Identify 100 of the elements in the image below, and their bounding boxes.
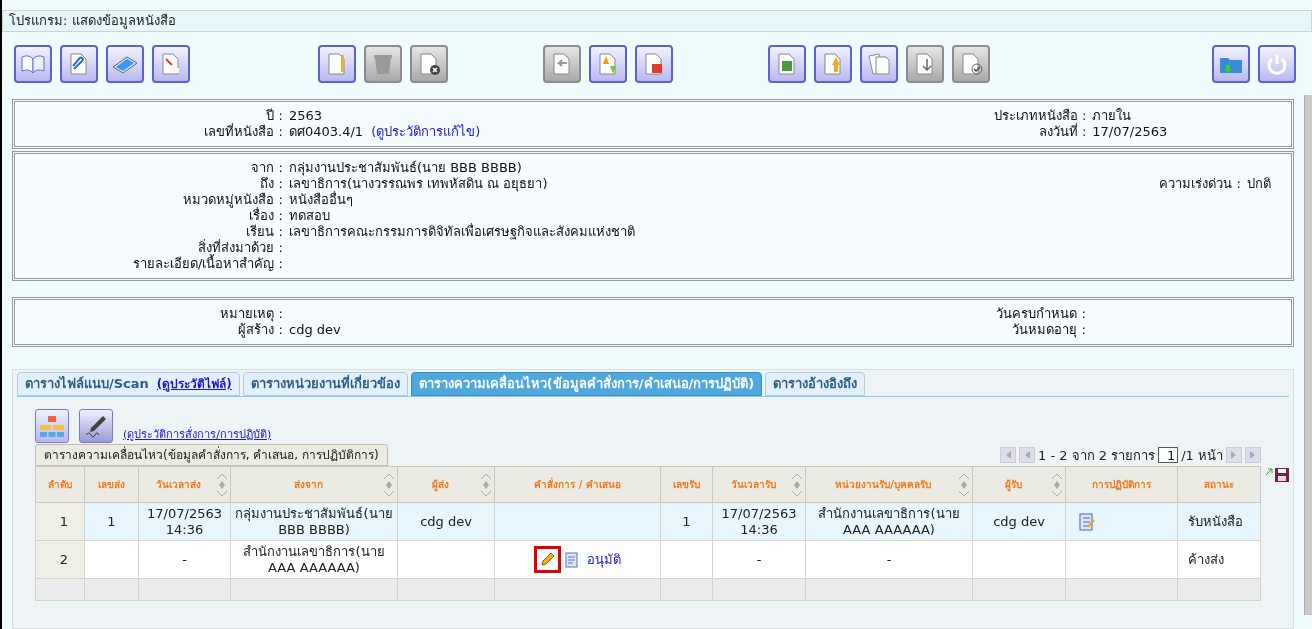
table-cell-text: 2 (58, 551, 69, 568)
pencil-doc-button[interactable] (318, 45, 356, 84)
tab[interactable]: ตารางความเคลื่อนไหว(ข้อมูลคำสั่งการ/คำเสนอ/การปฏิบัติ) (410, 372, 763, 396)
previous-page-button[interactable] (1019, 447, 1036, 464)
window-title: โปรแกรม: แสดงข้อมูลหนังสือ (9, 12, 176, 31)
column-header[interactable]: ส่งจาก (230, 466, 398, 503)
paperclip-doc-button[interactable] (60, 45, 98, 84)
column-header[interactable]: ผู้ส่ง (397, 466, 495, 503)
table-cell-text: 17/07/2563 14:36 (146, 505, 223, 538)
table-cell-text: cdg dev (419, 513, 473, 530)
column-header[interactable]: ลำดับ (35, 466, 85, 503)
table-row[interactable]: 1 1 17/07/2563 14:36 กลุ่มงานประชาสัมพันธ์(นาย BBB BBBB) cdg dev 1 17/07/2563 14:36 สำนักงานเลขาธิการ(นาย AAA AAAAAA) cdg dev รับหนังสือ (35, 502, 1261, 541)
column-header[interactable]: วันเวลาส่ง (138, 466, 231, 503)
sort-icon[interactable] (1051, 471, 1063, 498)
doc-file-button[interactable] (152, 45, 190, 84)
notepad-icon[interactable] (1078, 512, 1096, 531)
column-header[interactable]: หน่วยงานรับ/บุคคลรับ (805, 466, 973, 503)
field-value: เลขาธิการคณะกรรมการดิจิทัลเพื่อเศรษฐกิจและสังคมแห่งชาติ (289, 224, 635, 240)
book-button[interactable] (14, 45, 52, 84)
tab-label: ตารางอ้างอิงถึง (773, 375, 858, 394)
column-label: เลขรับ (672, 478, 701, 492)
scrollbar[interactable] (1304, 95, 1312, 615)
sort-icon[interactable] (791, 471, 803, 498)
table-cell-text: 1 (58, 513, 69, 530)
last-page-button[interactable] (1245, 447, 1261, 464)
table-caption: ตารางความเคลื่อนไหว(ข้อมูลคำสั่งการ, คำเสนอ, การปฏิบัติการ) (35, 444, 388, 466)
command-link[interactable]: อนุมัติ (587, 551, 621, 568)
documents-button[interactable] (860, 45, 898, 84)
tab-label: ตารางความเคลื่อนไหว(ข้อมูลคำสั่งการ/คำเสนอ/การปฏิบัติ) (418, 374, 755, 394)
tab[interactable]: ตารางหน่วยงานที่เกี่ยวข้อง (242, 372, 408, 396)
column-header[interactable]: ผู้รับ (972, 466, 1066, 503)
page-total: /1 หน้า (1181, 446, 1223, 465)
edit-button[interactable] (534, 546, 561, 573)
column-header[interactable]: สถานะ (1177, 466, 1261, 503)
swap-arrows-button[interactable] (589, 45, 627, 84)
column-header[interactable]: คำสั่งการ / คำเสนอ (494, 466, 661, 503)
field-value: ดศ0403.4/1 (289, 124, 364, 140)
folder-button[interactable] (1212, 45, 1250, 84)
field-value: cdg dev (289, 322, 341, 338)
pager-summary: 1 - 2 จาก 2 รายการ (1038, 446, 1156, 465)
table-cell-text: - (885, 551, 893, 568)
scanner-button[interactable] (106, 45, 144, 84)
field-label: หมวดหมู่หนังสือ : (182, 192, 283, 208)
field-label: ถึง : (259, 176, 283, 192)
table-cell-text: ค้างส่ง (1187, 551, 1225, 568)
table-cell-text: 1 (106, 513, 117, 530)
history-link[interactable]: (ดูประวัติการแก้ไข) (371, 124, 481, 140)
sort-icon[interactable] (480, 471, 492, 498)
field-label: เรียน : (245, 224, 283, 239)
column-label: หน่วยงานรับ/บุคคลรับ (834, 478, 932, 492)
upload-doc-button[interactable] (814, 45, 852, 84)
field-label: วันหมดอายุ : (1011, 322, 1086, 338)
table-row[interactable]: 2 - สำนักงานเลขาธิการ(นาย AAA AAAAAA) อนุมัติ - - ค้างส่ง (35, 540, 1261, 579)
page-input[interactable]: 1 (1158, 447, 1179, 464)
column-label: ลำดับ (47, 478, 73, 492)
doc-block-button[interactable] (635, 45, 673, 84)
table-cell-text: 17/07/2563 14:36 (720, 505, 798, 538)
column-label: วันเวลารับ (729, 478, 777, 492)
tab[interactable]: ตารางอ้างอิงถึง (765, 372, 866, 396)
table-cell-text: cdg dev (992, 513, 1046, 530)
field-value: 17/07/2563 (1092, 124, 1168, 140)
field-value: เลขาธิการ(นางวรรณพร เทพหัสดิน ณ อยุธยา) (289, 176, 548, 192)
field-value: ภายใน (1092, 108, 1132, 124)
field-label: สิ่งที่ส่งมาด้วย : (198, 240, 283, 255)
table-cell-text: กลุ่มงานประชาสัมพันธ์(นาย BBB BBBB) (235, 505, 393, 538)
field-label: เรื่อง : (249, 208, 283, 224)
column-header[interactable]: เลขรับ (660, 466, 713, 503)
field-label: รายละเอียด/เนื้อหาสำคัญ : (132, 256, 283, 272)
column-label: วันเวลาส่ง (155, 478, 202, 492)
field-value: 2563 (289, 108, 323, 124)
column-header[interactable]: วันเวลารับ (712, 466, 806, 503)
table-cell-text: สำนักงานเลขาธิการ(นาย AAA AAAAAA) (242, 543, 386, 576)
file-history-link[interactable]: (ดูประวัติไฟล์) (156, 375, 232, 393)
sort-icon[interactable] (216, 471, 228, 498)
save-icon[interactable] (1275, 468, 1289, 482)
field-label: จาก : (250, 160, 283, 176)
next-page-button[interactable] (1226, 447, 1242, 464)
column-header[interactable]: เลขส่ง (84, 466, 139, 503)
column-label: สถานะ (1203, 478, 1235, 492)
signature-button[interactable] (79, 409, 113, 443)
pencil-icon (539, 551, 556, 568)
field-label: ปี : (265, 108, 283, 123)
org-chart-button[interactable] (35, 409, 69, 443)
table-cell-text: รับหนังสือ (1187, 513, 1244, 530)
power-button[interactable] (1258, 45, 1296, 84)
table-cell-text: - (181, 551, 188, 568)
floppy-doc-button[interactable] (768, 45, 806, 84)
field-value: หนังสืออื่นๆ (289, 192, 353, 208)
field-label: หมายเหตุ : (219, 306, 283, 322)
sort-icon[interactable] (958, 471, 970, 498)
tab[interactable]: ตารางไฟล์แนบ/Scan (ดูประวัติไฟล์) (17, 372, 240, 396)
first-page-button[interactable] (1000, 447, 1017, 464)
pen-signature-icon (83, 414, 109, 438)
notepad-icon[interactable] (565, 551, 579, 568)
expand-arrow-icon[interactable] (1265, 468, 1273, 476)
sort-icon[interactable] (383, 471, 395, 498)
command-history-link[interactable]: (ดูประวัติการสั่งการ/การปฏิบัติ) (123, 426, 272, 443)
field-label: ผู้สร้าง : (237, 322, 283, 338)
column-header[interactable]: การปฏิบัติการ (1065, 466, 1178, 503)
field-value: กลุ่มงานประชาสัมพันธ์(นาย BBB BBBB) (289, 160, 522, 176)
